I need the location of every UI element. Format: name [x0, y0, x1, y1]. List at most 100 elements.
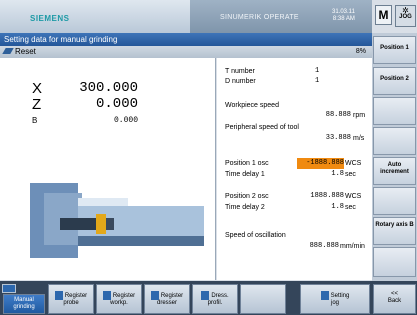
header-bar: SIEMENS SINUMERIK OPERATE 31.03.11 8:38 … [0, 0, 372, 33]
hsk-register-workpiece[interactable]: Register workp. [96, 284, 142, 314]
position1-label: Position 1 osc [225, 160, 269, 167]
d-number-label: D number [225, 78, 256, 85]
hsk-manual-grinding-label: Manual grinding [13, 297, 35, 310]
softkey-auto-increment[interactable]: Auto increment [373, 157, 416, 185]
register-workp-label-b: workp. [110, 300, 128, 307]
softkey-empty-3[interactable] [373, 97, 416, 125]
softkey-empty-4[interactable] [373, 127, 416, 155]
delay1-field[interactable]: 1.8 [297, 169, 344, 180]
register-dresser-label-b: dresser [156, 300, 177, 307]
workpiece-speed-unit: rpm [353, 112, 366, 119]
profile-icon [201, 291, 210, 300]
osc-speed-field[interactable]: 888.888 [297, 241, 339, 252]
horizontal-softkey-bar: Manual grinding Register probe Register … [0, 281, 417, 315]
softkey-position-2[interactable]: Position 2 [373, 67, 416, 95]
dress-profile-label-a: Dress. [211, 293, 229, 300]
grinding-graphic [30, 183, 204, 258]
spindle-shaft [60, 218, 96, 230]
setting-jog-label-b: jog [330, 300, 339, 307]
axis-name: Z [32, 96, 42, 113]
peripheral-speed-label: Peripheral speed of tool [225, 124, 299, 131]
reset-icon [2, 48, 14, 54]
position2-row[interactable]: Position 2 osc 1888.888 WCS [225, 191, 368, 202]
dress-profile-label-b: profil. [207, 300, 223, 307]
delay2-unit: sec [345, 204, 356, 211]
peripheral-speed-field[interactable]: 33.888 [305, 133, 351, 144]
register-probe-label-a: Register [64, 293, 88, 300]
jog-label: JOG [399, 14, 412, 20]
machine-mode-icon[interactable]: M [375, 5, 392, 25]
product-name: SINUMERIK OPERATE [220, 14, 299, 21]
override-percent: 8% [355, 48, 366, 55]
jog-symbol-icon: ✲ [402, 6, 409, 15]
clock: 31.03.11 8:38 AM [332, 9, 355, 23]
delay2-row[interactable]: Time delay 2 1.8 sec [225, 202, 368, 213]
delay1-row[interactable]: Time delay 1 1.8 sec [225, 169, 368, 180]
hsk-manual-grinding[interactable]: Manual grinding [3, 294, 45, 314]
date-text: 31.03.11 [332, 9, 355, 15]
dresser-icon [150, 291, 159, 300]
channel-status-bar: Reset 8% [0, 46, 372, 58]
delay1-label: Time delay 1 [225, 171, 265, 178]
hsk-back[interactable]: << Back [373, 284, 416, 314]
peripheral-speed-label-row: Peripheral speed of tool [225, 122, 368, 133]
peripheral-speed-row[interactable]: 33.888 m/s [225, 133, 368, 144]
softkey-position-1[interactable]: Position 1 [373, 36, 416, 64]
workpiece-speed-row[interactable]: 88.888 rpm [225, 110, 368, 121]
position-panel: X 300.000 Z 0.000 B 0.000 [0, 58, 216, 280]
osc-speed-label-row: Speed of oscillation [225, 230, 368, 241]
register-workp-label-a: Register [112, 293, 136, 300]
register-probe-label-b: probe [63, 300, 79, 307]
delay1-unit: sec [345, 171, 356, 178]
softkey-rotary-axis-b[interactable]: Rotary axis B [373, 217, 416, 245]
workpiece-highlight [78, 198, 128, 206]
axis-name: X [32, 80, 43, 97]
recall-up-icon[interactable] [2, 284, 16, 293]
workpiece-icon [102, 291, 111, 300]
peripheral-speed-unit: m/s [353, 135, 365, 142]
hsk-empty-6[interactable] [240, 284, 286, 314]
workpiece-speed-field[interactable]: 88.888 [305, 110, 351, 121]
position2-label: Position 2 osc [225, 193, 269, 200]
back-label: Back [387, 298, 402, 304]
axis-value: 0.000 [113, 116, 138, 125]
axis-row-b: B 0.000 [0, 113, 216, 129]
register-dresser-label-a: Register [160, 293, 184, 300]
hsk-register-probe[interactable]: Register probe [48, 284, 94, 314]
axis-value: 300.000 [79, 80, 138, 96]
softkey-empty-6[interactable] [373, 187, 416, 215]
workpiece-shadow [78, 236, 204, 246]
osc-speed-row[interactable]: 888.888 mm/min [225, 241, 368, 252]
hsk-dress-profile[interactable]: Dress. profil. [192, 284, 238, 314]
delay2-label: Time delay 2 [225, 204, 265, 211]
setting-jog-label-a: Setting [330, 293, 350, 300]
parameter-panel: T number 1 D number 1 Workpiece speed 88… [217, 58, 372, 280]
position2-unit: WCS [345, 193, 362, 200]
jog-mode-icon[interactable]: ✲ JOG [395, 5, 416, 27]
osc-speed-unit: mm/min [340, 243, 365, 250]
axis-row-z: Z 0.000 [0, 96, 216, 113]
d-number-row: D number 1 [225, 76, 368, 87]
softkey-empty-8[interactable] [373, 247, 416, 277]
page-title: Setting data for manual grinding [0, 33, 372, 46]
position2-field[interactable]: 1888.888 [297, 191, 344, 202]
position1-unit: WCS [345, 160, 362, 167]
delay2-field[interactable]: 1.8 [297, 202, 344, 213]
reset-label: Reset [15, 47, 36, 56]
axis-value: 0.000 [95, 96, 138, 112]
wheel-hub [106, 218, 114, 230]
vertical-softkey-bar: Position 1 Position 2 Auto increment Rot… [372, 33, 417, 281]
position1-field[interactable]: -1888.888 [297, 158, 344, 169]
back-arrow-icon: << [390, 291, 398, 297]
setting-icon [320, 291, 329, 300]
hsk-register-dresser[interactable]: Register dresser [144, 284, 190, 314]
hsk-setting-jog[interactable]: Setting jog [300, 284, 370, 314]
grinding-wheel-icon [96, 214, 106, 234]
probe-icon [54, 291, 63, 300]
position1-row[interactable]: Position 1 osc -1888.888 WCS [225, 158, 368, 169]
siemens-logo: SIEMENS [30, 14, 70, 23]
d-number-value: 1 [315, 77, 320, 85]
axis-row-x: X 300.000 [0, 80, 216, 97]
osc-speed-label: Speed of oscillation [225, 232, 286, 239]
axis-name: B [32, 116, 38, 125]
